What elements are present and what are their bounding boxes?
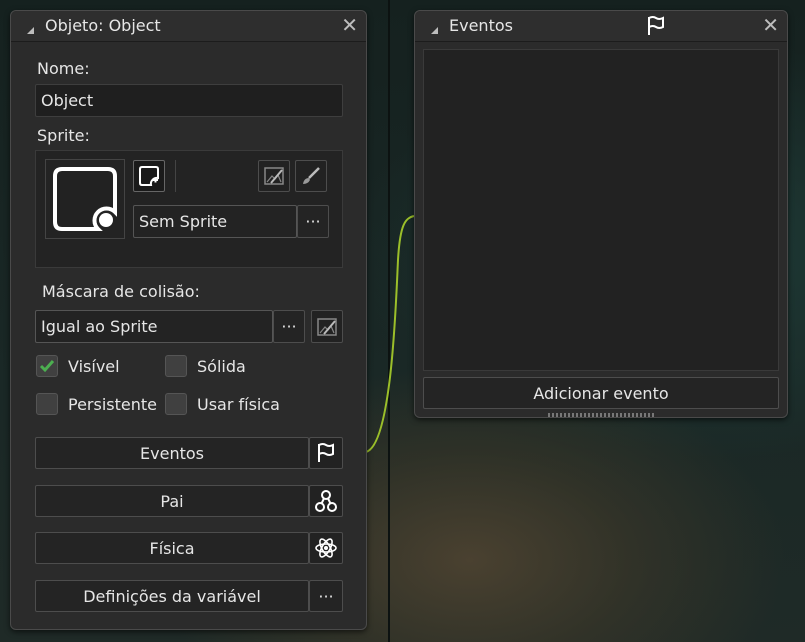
- flag-icon: [318, 443, 334, 462]
- physics-button[interactable]: Física: [35, 532, 309, 564]
- events-flag-button[interactable]: [309, 437, 343, 469]
- image-edit-icon: [317, 317, 337, 336]
- variables-more-button[interactable]: ···: [309, 580, 343, 612]
- persistent-checkbox[interactable]: [36, 393, 58, 415]
- sprite-preview[interactable]: [45, 159, 125, 239]
- solid-label: Sólida: [197, 357, 246, 376]
- sprite-label: Sprite:: [37, 126, 90, 145]
- brush-icon: [303, 167, 320, 184]
- physics-label: Usar física: [197, 395, 280, 414]
- checkmark-icon: [39, 360, 55, 373]
- physics-icon-button[interactable]: [309, 532, 343, 564]
- add-event-button[interactable]: Adicionar evento: [423, 377, 779, 409]
- sprite-box: Sem Sprite ···: [35, 150, 343, 268]
- parent-icon-button[interactable]: [309, 485, 343, 517]
- paint-sprite-button[interactable]: [295, 160, 327, 192]
- no-sprite-icon: [53, 167, 117, 231]
- events-panel-header[interactable]: Eventos ✕: [415, 11, 787, 42]
- events-panel-title: Eventos: [449, 16, 513, 35]
- visible-checkbox[interactable]: [36, 355, 58, 377]
- edit-collision-button[interactable]: [311, 310, 343, 343]
- object-panel-title: Objeto: Object: [45, 16, 161, 35]
- visible-label: Visível: [68, 357, 120, 376]
- name-input[interactable]: Object: [35, 84, 343, 117]
- new-sprite-icon: [139, 166, 159, 186]
- collapse-icon[interactable]: [431, 27, 438, 34]
- collision-browse-button[interactable]: ···: [273, 310, 305, 343]
- persistent-label: Persistente: [68, 395, 157, 414]
- toolbar-separator: [175, 160, 176, 192]
- variables-button[interactable]: Definições da variável: [35, 580, 309, 612]
- sprite-browse-button[interactable]: ···: [297, 205, 329, 238]
- close-icon[interactable]: ✕: [341, 13, 358, 37]
- name-label: Nome:: [37, 59, 90, 78]
- resize-grip[interactable]: [548, 413, 654, 417]
- parent-button[interactable]: Pai: [35, 485, 309, 517]
- image-edit-icon: [264, 167, 284, 185]
- hierarchy-icon: [315, 490, 337, 512]
- new-sprite-button[interactable]: [133, 160, 165, 192]
- close-icon[interactable]: ✕: [762, 13, 779, 37]
- atom-icon: [315, 538, 337, 558]
- solid-checkbox[interactable]: [165, 355, 187, 377]
- events-list[interactable]: [423, 49, 779, 371]
- edit-sprite-button[interactable]: [258, 160, 290, 192]
- events-button[interactable]: Eventos: [35, 437, 309, 469]
- collapse-icon[interactable]: [27, 27, 34, 34]
- object-panel-header[interactable]: Objeto: Object ✕: [11, 11, 366, 42]
- flag-icon: [648, 16, 664, 35]
- physics-checkbox[interactable]: [165, 393, 187, 415]
- object-panel: Objeto: Object ✕ Nome: Object Sprite: Se…: [10, 10, 367, 630]
- collision-select[interactable]: Igual ao Sprite: [35, 310, 273, 343]
- sprite-select[interactable]: Sem Sprite: [133, 205, 297, 238]
- collision-label: Máscara de colisão:: [42, 282, 200, 301]
- events-panel: Eventos ✕ Adicionar evento: [414, 10, 788, 418]
